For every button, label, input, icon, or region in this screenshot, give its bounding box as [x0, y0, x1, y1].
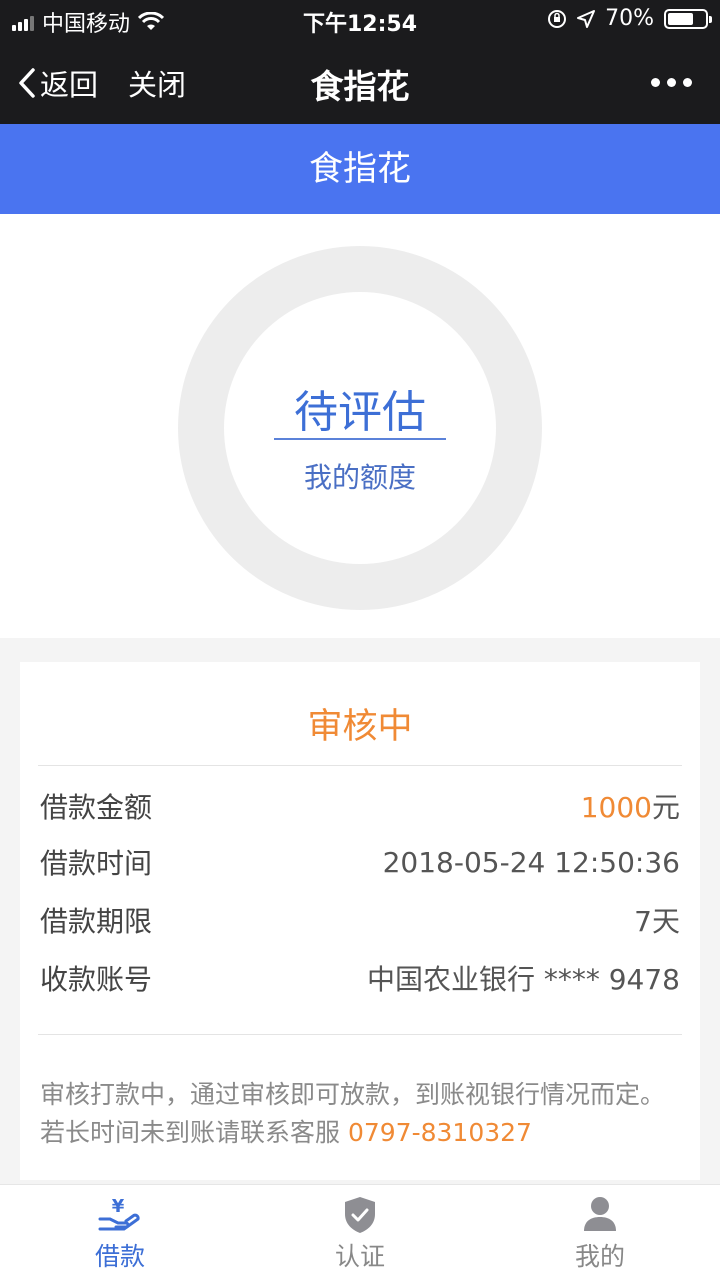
review-note: 审核打款中，通过审核即可放款，到账视银行情况而定。若长时间未到账请联系客服 07… — [40, 1076, 672, 1152]
quota-ring: 待评估 我的额度 — [178, 246, 542, 610]
shield-check-icon — [345, 1197, 375, 1233]
loan-amount-row: 借款金额 1000元 — [40, 786, 680, 826]
more-icon[interactable] — [651, 78, 692, 87]
divider — [38, 765, 682, 766]
quota-section: 待评估 我的额度 — [0, 214, 720, 638]
nav-title: 食指花 — [310, 67, 410, 106]
loan-time-row: 借款时间 2018-05-24 12:50:36 — [40, 842, 680, 882]
quota-label: 我的额度 — [303, 461, 416, 494]
page-header: 食指花 — [0, 124, 720, 214]
hand-yen-icon: ¥ — [98, 1196, 140, 1231]
battery-icon — [664, 8, 712, 29]
loan-term-row: 借款期限 7天 — [40, 900, 680, 940]
loan-amount-unit: 元 — [651, 791, 680, 824]
quota-status: 待评估 — [294, 387, 426, 438]
tab-label: 我的 — [574, 1242, 625, 1271]
status-bar: 中国移动 下午12:54 70% — [0, 0, 720, 40]
receiving-account-row: 收款账号 中国农业银行 **** 9478 — [40, 958, 680, 998]
location-icon — [577, 9, 596, 28]
row-value: 7天 — [634, 905, 680, 938]
row-label: 借款期限 — [40, 905, 153, 938]
row-value: 2018-05-24 12:50:36 — [382, 845, 680, 879]
divider — [38, 1034, 682, 1035]
person-icon — [584, 1197, 616, 1231]
rotation-lock-icon — [548, 9, 567, 28]
nav-bar: 返回 关闭 食指花 — [0, 40, 720, 124]
battery-percent: 70% — [605, 6, 654, 31]
tab-mine[interactable]: 我的 — [480, 1185, 720, 1280]
loan-card: 审核中 借款金额 1000元 借款时间 2018-05-24 12:50:36 … — [20, 662, 700, 1180]
row-value: 1000元 — [581, 786, 680, 826]
tab-bar: ¥ 借款 认证 我的 — [0, 1184, 720, 1280]
row-label: 借款金额 — [40, 791, 153, 824]
loan-amount: 1000 — [580, 791, 652, 824]
tab-loan[interactable]: ¥ 借款 — [0, 1185, 240, 1280]
tab-label: 认证 — [334, 1242, 385, 1271]
row-value: 中国农业银行 **** 9478 — [366, 963, 680, 996]
row-label: 借款时间 — [40, 847, 153, 880]
tab-label: 借款 — [94, 1242, 145, 1271]
loan-status: 审核中 — [307, 707, 413, 747]
svg-text:¥: ¥ — [112, 1196, 125, 1217]
row-label: 收款账号 — [40, 963, 153, 996]
service-phone[interactable]: 0797-8310327 — [348, 1118, 532, 1147]
tab-verify[interactable]: 认证 — [240, 1185, 480, 1280]
quota-divider — [274, 438, 446, 440]
